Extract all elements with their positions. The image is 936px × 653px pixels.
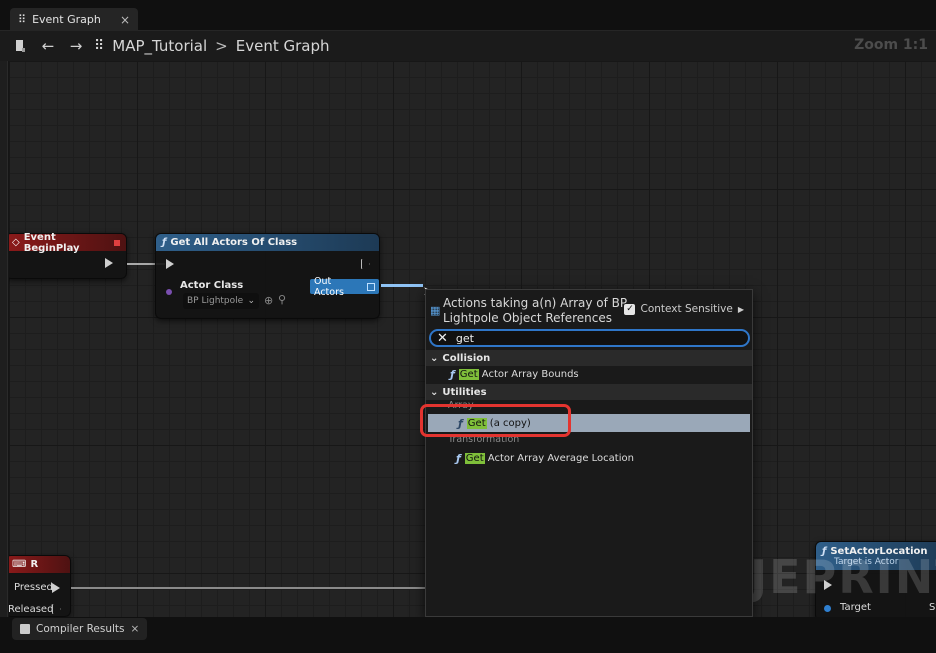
function-icon: ƒ <box>162 237 167 248</box>
tab-event-graph[interactable]: ⠿ Event Graph × <box>10 8 138 31</box>
forward-arrow-icon[interactable]: → <box>62 34 90 58</box>
tab-label: Compiler Results <box>36 623 125 635</box>
node-title: R <box>30 559 39 570</box>
event-beginplay-node[interactable]: ◇ Event BeginPlay <box>9 231 127 279</box>
function-icon: ƒ <box>456 451 461 465</box>
item-label: Actor Array Average Location <box>484 452 634 464</box>
breadcrumb-map[interactable]: MAP_Tutorial <box>112 37 207 55</box>
out-actors-pin[interactable]: Out Actors <box>310 276 379 298</box>
chevron-down-icon: ⌄ <box>247 296 255 306</box>
node-header: ◇ Event BeginPlay <box>9 231 126 254</box>
compiler-results-icon <box>20 624 30 634</box>
watermark: JEPRINT <box>750 550 936 604</box>
tab-label: Event Graph <box>32 13 101 26</box>
menu-item-get-actor-array-average-location[interactable]: ƒ Get Actor Array Average Location <box>456 449 634 467</box>
chevron-right-icon: ▶ <box>737 304 744 314</box>
breadcrumb-graph[interactable]: Event Graph <box>236 37 330 55</box>
graph-icon: ⠿ <box>94 38 105 54</box>
context-sensitive-label: Context Sensitive <box>640 303 733 315</box>
get-all-actors-node[interactable]: ƒ Get All Actors Of Class Actor Class BP… <box>155 233 380 319</box>
menu-item-get-actor-array-bounds[interactable]: ƒ Get Actor Array Bounds <box>450 365 579 383</box>
chevron-right-icon: > <box>215 37 228 55</box>
category-label: Collision <box>442 352 491 364</box>
exec-out-pin[interactable] <box>105 258 113 268</box>
search-input[interactable]: ✕ get <box>429 329 750 347</box>
document-tab-strip: ⠿ Event Graph × <box>0 0 936 31</box>
node-title: Get All Actors Of Class <box>170 237 298 248</box>
node-header: ƒ Get All Actors Of Class <box>156 234 379 251</box>
input-r-node[interactable]: ⌨ R Pressed Released <box>9 555 71 617</box>
item-label: Actor Array Bounds <box>478 368 579 380</box>
node-header: ⌨ R <box>9 556 70 573</box>
graph-icon: ⠿ <box>18 13 27 26</box>
array-pin-icon <box>367 282 375 291</box>
search-value: get <box>455 331 474 345</box>
event-icon: ◇ <box>12 237 20 248</box>
keyboard-icon: ⌨ <box>12 559 27 570</box>
released-exec-pin[interactable] <box>52 604 61 614</box>
search-icon[interactable]: ⚲ <box>278 293 286 306</box>
bookmark-icon[interactable] <box>6 34 34 58</box>
actor-class-value: BP Lightpole <box>187 296 244 306</box>
clear-search-icon[interactable]: ✕ <box>437 331 448 346</box>
tab-compiler-results[interactable]: Compiler Results × <box>12 618 148 640</box>
target-pin-icon[interactable] <box>824 605 831 612</box>
context-sensitive-toggle[interactable]: ✓ Context Sensitive ▶ <box>624 303 744 315</box>
browse-icon[interactable]: ⊕ <box>264 294 273 307</box>
exec-wire <box>71 587 431 589</box>
actor-class-label: Actor Class <box>180 280 244 291</box>
action-menu[interactable]: ▦ Actions taking a(n) Array of BP Lightp… <box>425 289 753 617</box>
back-arrow-icon[interactable]: ← <box>34 34 62 58</box>
left-panel-edge <box>0 61 8 621</box>
pressed-label: Pressed <box>14 582 53 593</box>
out-actors-label: Out Actors <box>314 275 344 298</box>
category-utilities[interactable]: ⌄ Utilities <box>426 384 752 400</box>
delegate-pin-icon[interactable] <box>114 239 120 246</box>
breadcrumb: ⠿ MAP_Tutorial > Event Graph <box>94 37 330 55</box>
match-highlight: Get <box>464 452 485 464</box>
zoom-label: Zoom 1:1 <box>854 37 928 53</box>
category-collision[interactable]: ⌄ Collision <box>426 350 752 366</box>
actor-class-dropdown[interactable]: BP Lightpole ⌄ <box>183 293 259 309</box>
category-label: Utilities <box>442 386 487 398</box>
match-highlight: Get <box>458 368 479 380</box>
checkbox-icon[interactable]: ✓ <box>624 303 636 315</box>
released-label: Released <box>9 604 54 615</box>
menu-title: Actions taking a(n) Array of BP Lightpol… <box>443 296 628 325</box>
exec-out-pin[interactable] <box>361 259 370 269</box>
exec-in-pin[interactable] <box>166 259 174 269</box>
close-icon[interactable]: × <box>120 13 130 27</box>
bottom-tab-bar: Compiler Results × <box>0 617 936 653</box>
graph-toolbar: ← → ⠿ MAP_Tutorial > Event Graph Zoom 1:… <box>0 31 936 61</box>
close-icon[interactable]: × <box>131 623 140 635</box>
dragged-array-wire <box>381 284 423 287</box>
menu-icon: ▦ <box>430 304 441 317</box>
function-icon: ƒ <box>450 367 455 381</box>
purple-pin-icon[interactable] <box>166 289 172 295</box>
node-title: Event BeginPlay <box>23 231 80 254</box>
chevron-down-icon: ⌄ <box>430 386 439 398</box>
pressed-exec-pin[interactable] <box>52 583 60 593</box>
chevron-down-icon: ⌄ <box>430 352 439 364</box>
annotation-highlight-box <box>420 404 571 437</box>
